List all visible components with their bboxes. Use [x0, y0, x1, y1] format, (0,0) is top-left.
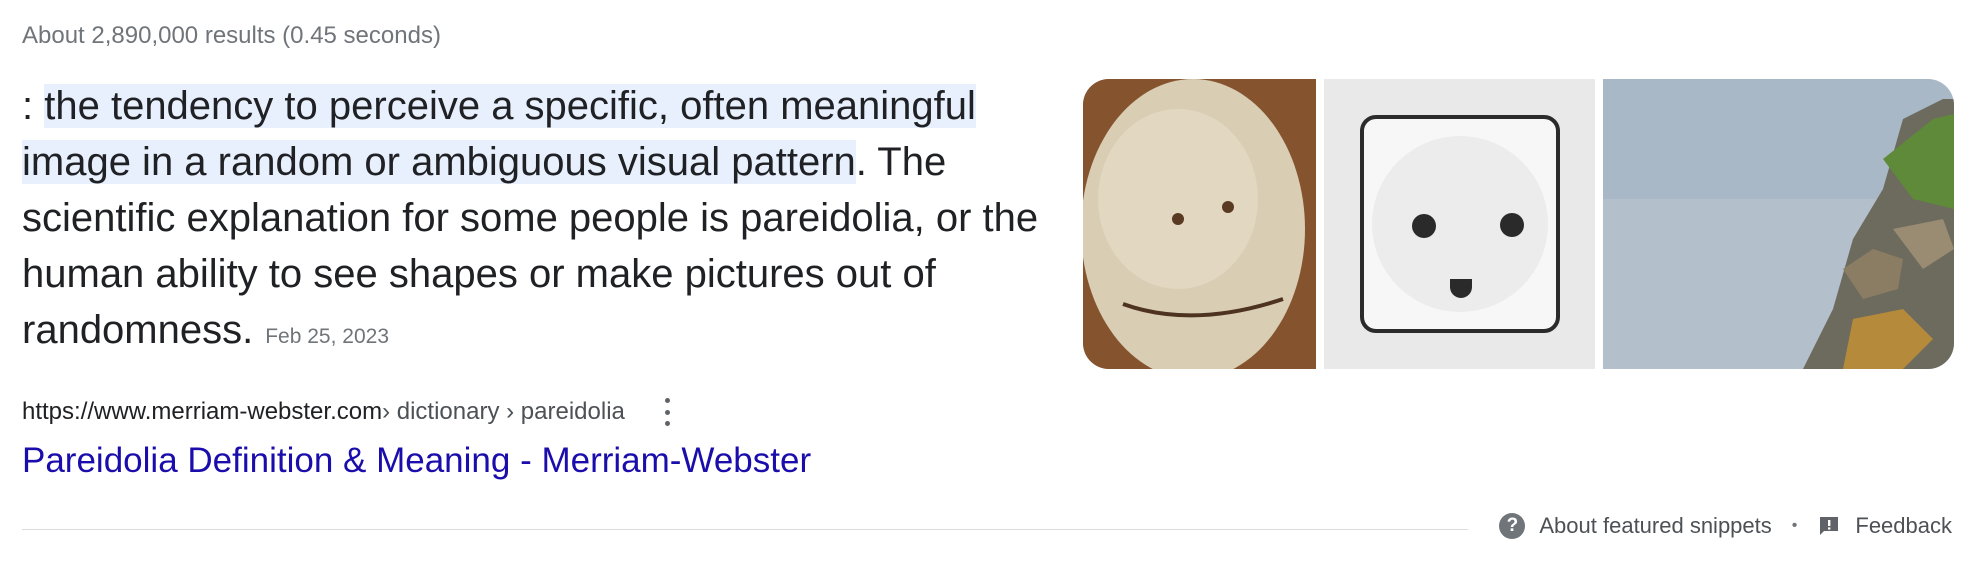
- snippet-highlight: the tendency to perceive a specific, oft…: [22, 84, 976, 184]
- help-icon[interactable]: ?: [1499, 513, 1526, 539]
- about-featured-snippets-link[interactable]: About featured snippets: [1539, 513, 1771, 539]
- feedback-link[interactable]: Feedback: [1855, 513, 1952, 539]
- source-breadcrumb: › dictionary › pareidolia: [382, 398, 625, 425]
- featured-snippet-text: : the tendency to perceive a specific, o…: [22, 78, 1062, 365]
- snippet-date: Feb 25, 2023: [265, 325, 389, 348]
- snippet-footer: ? About featured snippets • Feedback: [1499, 513, 1952, 539]
- rock-face-image[interactable]: [1603, 79, 1954, 369]
- potato-face-image[interactable]: [1083, 79, 1316, 369]
- result-stats: About 2,890,000 results (0.45 seconds): [22, 22, 441, 49]
- more-options-icon[interactable]: [661, 398, 675, 426]
- result-source: https://www.merriam-webster.com › dictio…: [22, 398, 675, 426]
- source-url[interactable]: https://www.merriam-webster.com: [22, 398, 382, 426]
- separator-dot: •: [1791, 517, 1798, 534]
- feedback-icon[interactable]: [1817, 514, 1841, 538]
- outlet-face-image[interactable]: [1324, 79, 1595, 369]
- snippet-images: [1083, 79, 1954, 369]
- divider: [22, 529, 1468, 530]
- snippet-prefix: :: [22, 84, 45, 128]
- result-title-link[interactable]: Pareidolia Definition & Meaning - Merria…: [22, 441, 811, 481]
